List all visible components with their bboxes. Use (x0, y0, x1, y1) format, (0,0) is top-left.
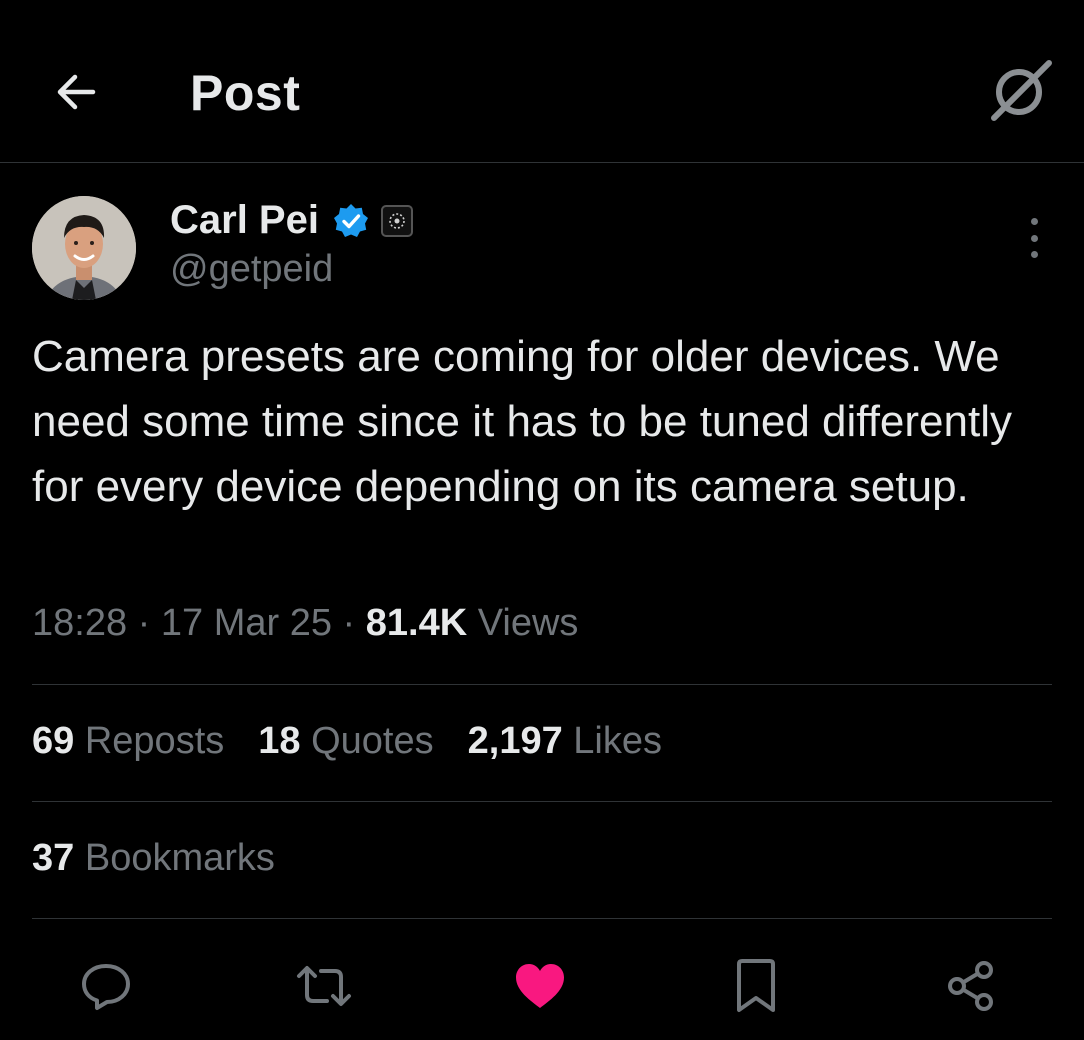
bookmarks-stat[interactable]: 37 Bookmarks (32, 837, 275, 880)
quotes-count: 18 (258, 720, 301, 762)
verified-badge-icon[interactable] (333, 203, 369, 239)
likes-stat[interactable]: 2,197 Likes (468, 720, 662, 763)
quotes-stat[interactable]: 18 Quotes (258, 720, 433, 763)
arrow-left-icon (57, 74, 96, 110)
name-row: Carl Pei (170, 198, 413, 243)
divider (32, 918, 1052, 919)
bookmark-button[interactable] (726, 956, 786, 1016)
post-time[interactable]: 18:28 (32, 602, 127, 644)
heart-icon (516, 964, 564, 1008)
reposts-stat[interactable]: 69 Reposts (32, 720, 224, 763)
author-handle[interactable]: @getpeid (170, 248, 333, 291)
meta-separator: · (342, 602, 356, 644)
divider (32, 684, 1052, 685)
post-date[interactable]: 17 Mar 25 (161, 602, 332, 644)
affiliation-badge-icon[interactable] (380, 204, 413, 237)
back-button[interactable] (44, 62, 104, 122)
bookmark-icon (737, 959, 775, 1012)
reposts-count: 69 (32, 720, 75, 762)
bookmarks-label: Bookmarks (84, 837, 275, 879)
reply-icon (82, 964, 130, 1010)
views-count[interactable]: 81.4K (366, 602, 467, 644)
likes-count: 2,197 (467, 720, 563, 762)
share-button[interactable] (941, 956, 1001, 1016)
top-bar: Post (0, 0, 1084, 163)
avatar-image (32, 196, 136, 300)
meta-separator: · (137, 602, 151, 644)
share-icon (948, 961, 993, 1011)
reposts-label: Reposts (84, 720, 225, 762)
like-button[interactable] (510, 956, 570, 1016)
views-label[interactable]: Views (478, 602, 579, 644)
repost-icon (297, 966, 351, 1006)
grok-button[interactable] (986, 56, 1056, 126)
quotes-label: Quotes (311, 720, 434, 762)
page-title: Post (190, 65, 301, 121)
grok-icon (991, 60, 1052, 121)
author-name[interactable]: Carl Pei (170, 198, 319, 243)
bookmarks-count: 37 (32, 837, 75, 879)
more-dot-icon (1030, 251, 1038, 258)
avatar[interactable] (32, 196, 136, 300)
likes-label: Likes (573, 720, 662, 762)
nothing-logo-icon (389, 212, 405, 229)
more-dot-icon (1030, 218, 1038, 225)
reply-button[interactable] (76, 956, 136, 1016)
action-bar (0, 920, 1084, 1040)
engagement-stats: 69 Reposts 18 Quotes 2,197 Likes (32, 720, 662, 763)
author-row: Carl Pei @getpeid (32, 196, 1052, 306)
more-dot-icon (1030, 234, 1038, 242)
repost-button[interactable] (294, 956, 354, 1016)
post-text: Camera presets are coming for older devi… (32, 332, 1012, 511)
post-meta: 18:28 · 17 Mar 25 · 81.4K Views (32, 602, 578, 645)
more-options-button[interactable] (1016, 218, 1052, 258)
divider (32, 801, 1052, 802)
